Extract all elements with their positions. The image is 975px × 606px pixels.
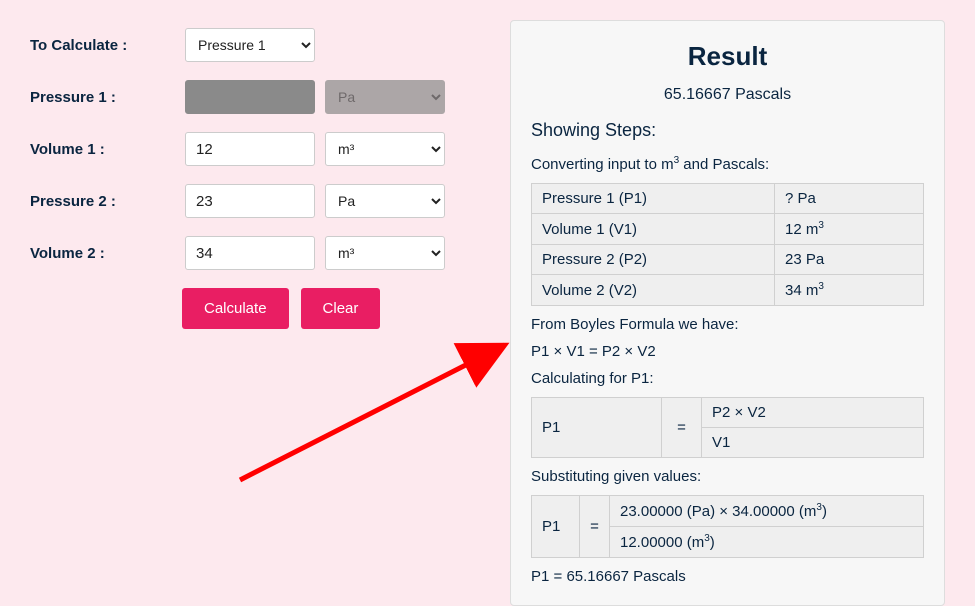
conversion-intro: Converting input to m3 and Pascals: — [531, 155, 924, 173]
volume2-input[interactable] — [185, 236, 315, 270]
result-value: 65.16667 Pascals — [531, 86, 924, 104]
to-calculate-label: To Calculate : — [30, 37, 185, 54]
calc-for: Calculating for P1: — [531, 370, 924, 387]
calculate-button[interactable]: Calculate — [182, 288, 289, 329]
steps-heading: Showing Steps: — [531, 120, 924, 141]
input-panel: To Calculate : Pressure 1 Pressure 1 : P… — [30, 20, 490, 606]
pressure1-input — [185, 80, 315, 114]
volume1-input[interactable] — [185, 132, 315, 166]
volume1-unit-select[interactable]: m³ — [325, 132, 445, 166]
pressure1-unit-select: Pa — [325, 80, 445, 114]
to-calculate-select[interactable]: Pressure 1 — [185, 28, 315, 62]
boyle-formula: P1 × V1 = P2 × V2 — [531, 343, 924, 360]
conversion-table: Pressure 1 (P1)? Pa Volume 1 (V1)12 m3 P… — [531, 183, 924, 306]
table-row: Volume 2 (V2)34 m3 — [532, 275, 924, 306]
substitute-text: Substituting given values: — [531, 468, 924, 485]
pressure2-unit-select[interactable]: Pa — [325, 184, 445, 218]
result-title: Result — [531, 41, 924, 72]
volume2-label: Volume 2 : — [30, 245, 185, 262]
result-panel: Result 65.16667 Pascals Showing Steps: C… — [510, 20, 945, 606]
table-row: Volume 1 (V1)12 m3 — [532, 214, 924, 245]
pressure2-input[interactable] — [185, 184, 315, 218]
clear-button[interactable]: Clear — [301, 288, 381, 329]
table-row: Pressure 1 (P1)? Pa — [532, 184, 924, 214]
table-row: Pressure 2 (P2)23 Pa — [532, 245, 924, 275]
formula-table-2: P1 = 23.00000 (Pa) × 34.00000 (m3) 12.00… — [531, 495, 924, 558]
volume2-unit-select[interactable]: m³ — [325, 236, 445, 270]
boyle-intro: From Boyles Formula we have: — [531, 316, 924, 333]
volume1-label: Volume 1 : — [30, 141, 185, 158]
pressure1-label: Pressure 1 : — [30, 89, 185, 106]
pressure2-label: Pressure 2 : — [30, 193, 185, 210]
final-line: P1 = 65.16667 Pascals — [531, 568, 924, 585]
formula-table-1: P1 = P2 × V2 V1 — [531, 397, 924, 458]
